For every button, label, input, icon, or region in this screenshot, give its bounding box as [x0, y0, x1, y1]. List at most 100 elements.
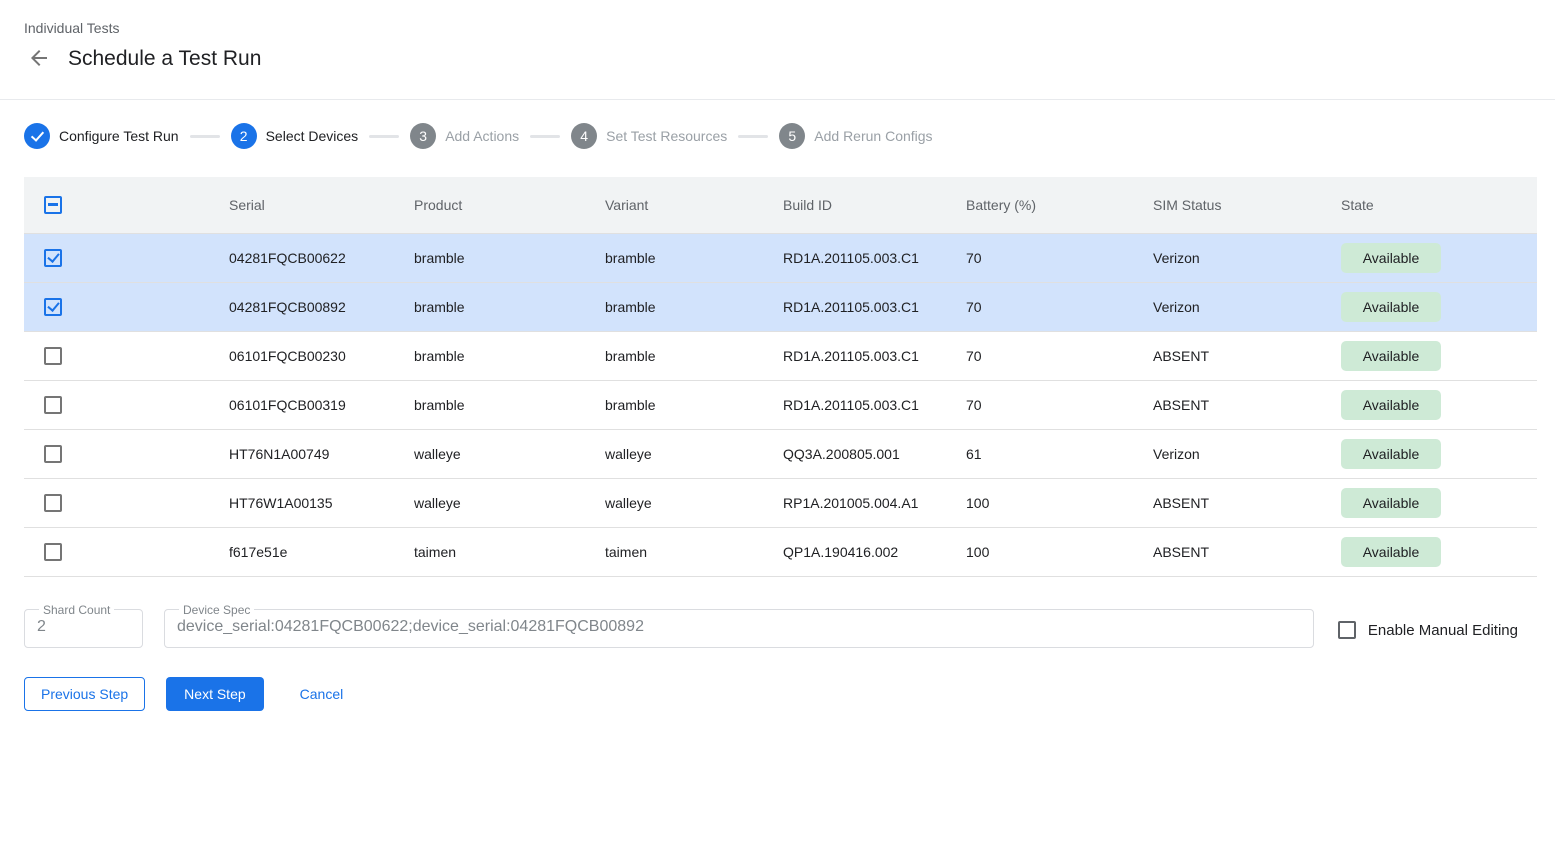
- step-set-test-resources[interactable]: 4 Set Test Resources: [571, 123, 727, 149]
- cell-serial: 04281FQCB00892: [229, 282, 414, 331]
- table-row[interactable]: 04281FQCB00892 bramble bramble RD1A.2011…: [24, 282, 1537, 331]
- cell-serial: 04281FQCB00622: [229, 233, 414, 282]
- cell-variant: taimen: [605, 527, 783, 576]
- enable-manual-editing[interactable]: Enable Manual Editing: [1338, 621, 1518, 639]
- enable-manual-editing-checkbox[interactable]: [1338, 621, 1356, 639]
- cell-serial: 06101FQCB00319: [229, 380, 414, 429]
- cell-product: walleye: [414, 478, 605, 527]
- device-selection-form: Shard Count Device Spec Enable Manual Ed…: [24, 603, 1518, 648]
- cell-battery: 70: [966, 380, 1153, 429]
- cell-sim-status: Verizon: [1153, 282, 1341, 331]
- enable-manual-editing-label: Enable Manual Editing: [1368, 622, 1518, 639]
- table-row[interactable]: 06101FQCB00319 bramble bramble RD1A.2011…: [24, 380, 1537, 429]
- device-spec-label: Device Spec: [179, 603, 254, 617]
- step-add-actions[interactable]: 3 Add Actions: [410, 123, 519, 149]
- row-checkbox[interactable]: [44, 249, 62, 267]
- cell-sim-status: ABSENT: [1153, 380, 1341, 429]
- cell-sim-status: Verizon: [1153, 233, 1341, 282]
- column-header-serial: Serial: [229, 177, 414, 233]
- step-label: Add Rerun Configs: [814, 128, 932, 144]
- table-row[interactable]: HT76N1A00749 walleye walleye QQ3A.200805…: [24, 429, 1537, 478]
- row-checkbox[interactable]: [44, 445, 62, 463]
- cell-battery: 70: [966, 331, 1153, 380]
- next-step-button[interactable]: Next Step: [166, 677, 263, 711]
- step-label: Select Devices: [266, 128, 359, 144]
- column-header-battery: Battery (%): [966, 177, 1153, 233]
- step-number: 4: [571, 123, 597, 149]
- device-spec-input[interactable]: [177, 617, 1301, 636]
- device-spec-field: Device Spec: [164, 603, 1314, 648]
- cell-product: taimen: [414, 527, 605, 576]
- breadcrumb: Individual Tests: [24, 20, 1531, 36]
- cell-battery: 70: [966, 282, 1153, 331]
- step-connector: [190, 135, 220, 138]
- step-select-devices[interactable]: 2 Select Devices: [231, 123, 359, 149]
- page-header: Individual Tests Schedule a Test Run: [0, 0, 1555, 100]
- back-button[interactable]: [26, 46, 52, 72]
- column-header-product: Product: [414, 177, 605, 233]
- table-row[interactable]: 06101FQCB00230 bramble bramble RD1A.2011…: [24, 331, 1537, 380]
- shard-count-field: Shard Count: [24, 603, 143, 648]
- cell-battery: 70: [966, 233, 1153, 282]
- row-checkbox[interactable]: [44, 396, 62, 414]
- device-table: Serial Product Variant Build ID Battery …: [24, 177, 1537, 577]
- table-row[interactable]: f617e51e taimen taimen QP1A.190416.002 1…: [24, 527, 1537, 576]
- cell-serial: f617e51e: [229, 527, 414, 576]
- step-label: Configure Test Run: [59, 128, 179, 144]
- row-checkbox[interactable]: [44, 298, 62, 316]
- cell-build-id: RP1A.201005.004.A1: [783, 478, 966, 527]
- step-check-icon: [24, 123, 50, 149]
- arrow-back-icon: [27, 46, 51, 73]
- step-connector: [738, 135, 768, 138]
- cell-sim-status: ABSENT: [1153, 527, 1341, 576]
- action-bar: Previous Step Next Step Cancel: [24, 677, 1531, 711]
- step-label: Add Actions: [445, 128, 519, 144]
- cell-product: bramble: [414, 331, 605, 380]
- step-connector: [369, 135, 399, 138]
- cell-variant: walleye: [605, 429, 783, 478]
- shard-count-label: Shard Count: [39, 603, 114, 617]
- cell-serial: HT76N1A00749: [229, 429, 414, 478]
- step-add-rerun-configs[interactable]: 5 Add Rerun Configs: [779, 123, 932, 149]
- shard-count-input[interactable]: [37, 617, 130, 636]
- cell-build-id: QQ3A.200805.001: [783, 429, 966, 478]
- state-badge: Available: [1341, 488, 1441, 518]
- cell-build-id: RD1A.201105.003.C1: [783, 331, 966, 380]
- cell-build-id: RD1A.201105.003.C1: [783, 282, 966, 331]
- cell-battery: 100: [966, 527, 1153, 576]
- state-badge: Available: [1341, 243, 1441, 273]
- page-title: Schedule a Test Run: [68, 47, 261, 71]
- cell-product: bramble: [414, 282, 605, 331]
- cell-battery: 61: [966, 429, 1153, 478]
- cell-variant: bramble: [605, 331, 783, 380]
- state-badge: Available: [1341, 537, 1441, 567]
- table-row[interactable]: HT76W1A00135 walleye walleye RP1A.201005…: [24, 478, 1537, 527]
- state-badge: Available: [1341, 390, 1441, 420]
- cell-sim-status: ABSENT: [1153, 331, 1341, 380]
- cell-product: bramble: [414, 380, 605, 429]
- table-header-row: Serial Product Variant Build ID Battery …: [24, 177, 1537, 233]
- column-header-sim-status: SIM Status: [1153, 177, 1341, 233]
- step-configure-test-run[interactable]: Configure Test Run: [24, 123, 179, 149]
- state-badge: Available: [1341, 292, 1441, 322]
- previous-step-button[interactable]: Previous Step: [24, 677, 145, 711]
- row-checkbox[interactable]: [44, 494, 62, 512]
- cell-product: bramble: [414, 233, 605, 282]
- row-checkbox[interactable]: [44, 543, 62, 561]
- cell-serial: 06101FQCB00230: [229, 331, 414, 380]
- step-number: 5: [779, 123, 805, 149]
- cell-build-id: QP1A.190416.002: [783, 527, 966, 576]
- cell-battery: 100: [966, 478, 1153, 527]
- row-checkbox[interactable]: [44, 347, 62, 365]
- cell-variant: bramble: [605, 380, 783, 429]
- step-label: Set Test Resources: [606, 128, 727, 144]
- table-row[interactable]: 04281FQCB00622 bramble bramble RD1A.2011…: [24, 233, 1537, 282]
- cancel-button[interactable]: Cancel: [288, 677, 356, 711]
- cell-variant: walleye: [605, 478, 783, 527]
- cell-build-id: RD1A.201105.003.C1: [783, 380, 966, 429]
- select-all-checkbox[interactable]: [44, 196, 62, 214]
- cell-sim-status: Verizon: [1153, 429, 1341, 478]
- column-header-build-id: Build ID: [783, 177, 966, 233]
- cell-build-id: RD1A.201105.003.C1: [783, 233, 966, 282]
- column-header-state: State: [1341, 177, 1537, 233]
